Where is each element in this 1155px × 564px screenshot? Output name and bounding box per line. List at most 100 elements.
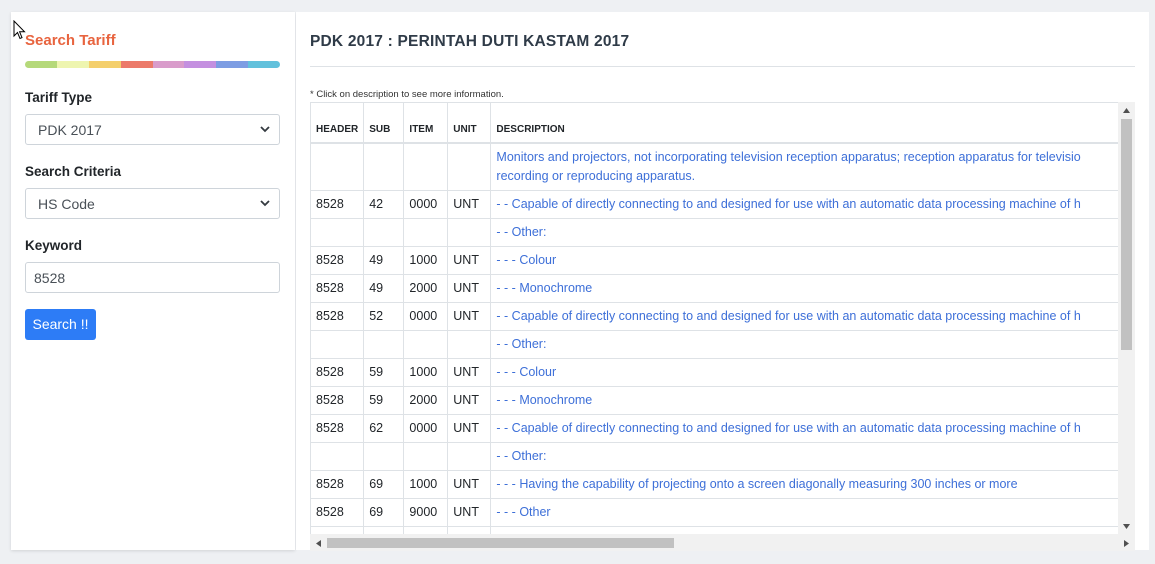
table-row: Monitors and projectors, not incorporati…: [311, 143, 1134, 191]
hint-text: * Click on description to see more infor…: [310, 89, 504, 100]
unit-cell: [447, 143, 492, 191]
keyword-label: Keyword: [25, 238, 83, 253]
description-link[interactable]: - - - Colour: [490, 246, 1134, 275]
color-strip-segment: [184, 61, 217, 68]
unit-cell: UNT: [447, 386, 492, 415]
horizontal-scroll-thumb[interactable]: [327, 538, 674, 548]
unit-cell: [447, 218, 492, 247]
table-row: 8528 52 0000 UNT - - Capable of directly con…: [311, 302, 1134, 331]
sub-cell: 69: [363, 470, 405, 499]
search-tariff-title: Search Tariff: [25, 32, 116, 49]
scroll-down-icon[interactable]: [1122, 523, 1131, 530]
description-link[interactable]: - - Capable of directly connecting to an…: [490, 190, 1134, 219]
description-link[interactable]: - - - Monochrome: [490, 274, 1134, 303]
description-link[interactable]: - - - Colour: [490, 358, 1134, 387]
scroll-up-icon[interactable]: [1122, 107, 1131, 114]
color-strip-segment: [248, 61, 280, 68]
unit-cell: UNT: [447, 358, 492, 387]
unit-cell: UNT: [447, 190, 492, 219]
scroll-left-icon[interactable]: [315, 539, 322, 548]
item-cell: [403, 143, 449, 191]
vertical-scrollbar[interactable]: [1118, 102, 1135, 535]
chevron-down-icon: [260, 126, 270, 133]
color-strip-segment: [88, 61, 121, 68]
sub-cell: [363, 442, 405, 471]
item-cell: 1000: [403, 470, 449, 499]
sub-cell: [363, 218, 405, 247]
header-cell: 8528: [311, 302, 365, 331]
chevron-down-icon: [260, 200, 270, 207]
sub-cell: 52: [363, 302, 405, 331]
horizontal-scrollbar[interactable]: [310, 534, 1135, 551]
item-cell: [403, 330, 449, 359]
item-cell: 2000: [403, 386, 449, 415]
color-strip-segment: [120, 61, 153, 68]
scroll-right-icon[interactable]: [1123, 539, 1130, 548]
table-row: 8528 69 9000 UNT - - - Other: [311, 498, 1134, 527]
description-link[interactable]: Monitors and projectors, not incorporati…: [490, 143, 1134, 191]
unit-cell: [447, 442, 492, 471]
item-cell: 0000: [403, 302, 449, 331]
search-criteria-value: HS Code: [38, 196, 95, 212]
search-criteria-select[interactable]: HS Code: [25, 188, 280, 219]
unit-cell: UNT: [447, 274, 492, 303]
description-link[interactable]: - - - Having the capability of projectin…: [490, 470, 1134, 499]
table-header-row: HEADER SUB ITEM UNIT DESCRIPTION: [311, 103, 1134, 144]
header-column: HEADER: [311, 103, 365, 144]
description-link[interactable]: - - Capable of directly connecting to an…: [490, 414, 1134, 443]
item-cell: 0000: [403, 414, 449, 443]
table-row: 8528 59 1000 UNT - - - Colour: [311, 358, 1134, 387]
color-strip-segment: [25, 61, 57, 68]
description-link[interactable]: - - Other:: [490, 218, 1134, 247]
table-row: 8528 42 0000 UNT - - Capable of directly con…: [311, 190, 1134, 219]
table-row: - - Other:: [311, 330, 1134, 359]
unit-cell: UNT: [447, 302, 492, 331]
sub-cell: 59: [363, 358, 405, 387]
color-strip-segment: [152, 61, 185, 68]
vertical-scroll-thumb[interactable]: [1121, 119, 1132, 350]
header-cell: 8528: [311, 190, 365, 219]
header-cell: 8528: [311, 386, 365, 415]
color-strip-segment: [216, 61, 249, 68]
unit-column: UNIT: [447, 103, 492, 144]
tariff-type-select[interactable]: PDK 2017: [25, 114, 280, 145]
color-strip: [25, 61, 280, 68]
keyword-input[interactable]: 8528: [25, 262, 280, 293]
unit-cell: UNT: [447, 498, 492, 527]
table-row: - - Other:: [311, 442, 1134, 471]
description-link[interactable]: - - - Monochrome: [490, 386, 1134, 415]
header-cell: [311, 143, 365, 191]
header-cell: 8528: [311, 246, 365, 275]
unit-cell: [447, 330, 492, 359]
item-cell: 1000: [403, 246, 449, 275]
color-strip-segment: [56, 61, 89, 68]
search-button[interactable]: Search !!: [25, 309, 96, 340]
results-panel: PDK 2017 : PERINTAH DUTI KASTAM 2017 * C…: [296, 12, 1149, 551]
description-link[interactable]: - - Other:: [490, 442, 1134, 471]
header-cell: 8528: [311, 498, 365, 527]
title-divider: [310, 66, 1135, 67]
sub-cell: 62: [363, 414, 405, 443]
search-criteria-label: Search Criteria: [25, 164, 122, 179]
sub-cell: 59: [363, 386, 405, 415]
description-link[interactable]: - - Capable of directly connecting to an…: [490, 302, 1134, 331]
item-cell: [403, 442, 449, 471]
description-link[interactable]: - - Other:: [490, 330, 1134, 359]
unit-cell: UNT: [447, 246, 492, 275]
description-link[interactable]: - - - Other: [490, 498, 1134, 527]
item-cell: [403, 218, 449, 247]
header-cell: 8528: [311, 358, 365, 387]
sub-column: SUB: [363, 103, 405, 144]
table-row: 8528 69 1000 UNT - - - Having the capability…: [311, 470, 1134, 499]
sub-cell: [363, 143, 405, 191]
header-cell: [311, 218, 365, 247]
header-cell: 8528: [311, 470, 365, 499]
keyword-value: 8528: [34, 270, 66, 286]
tariff-type-value: PDK 2017: [38, 122, 102, 138]
header-cell: 8528: [311, 414, 365, 443]
tariff-type-label: Tariff Type: [25, 90, 93, 105]
tariff-table-container[interactable]: HEADER SUB ITEM UNIT DESCRIPTION Monitor…: [310, 102, 1135, 551]
header-cell: [311, 330, 365, 359]
item-column: ITEM: [403, 103, 449, 144]
table-row: 8528 49 1000 UNT - - - Colour: [311, 246, 1134, 275]
